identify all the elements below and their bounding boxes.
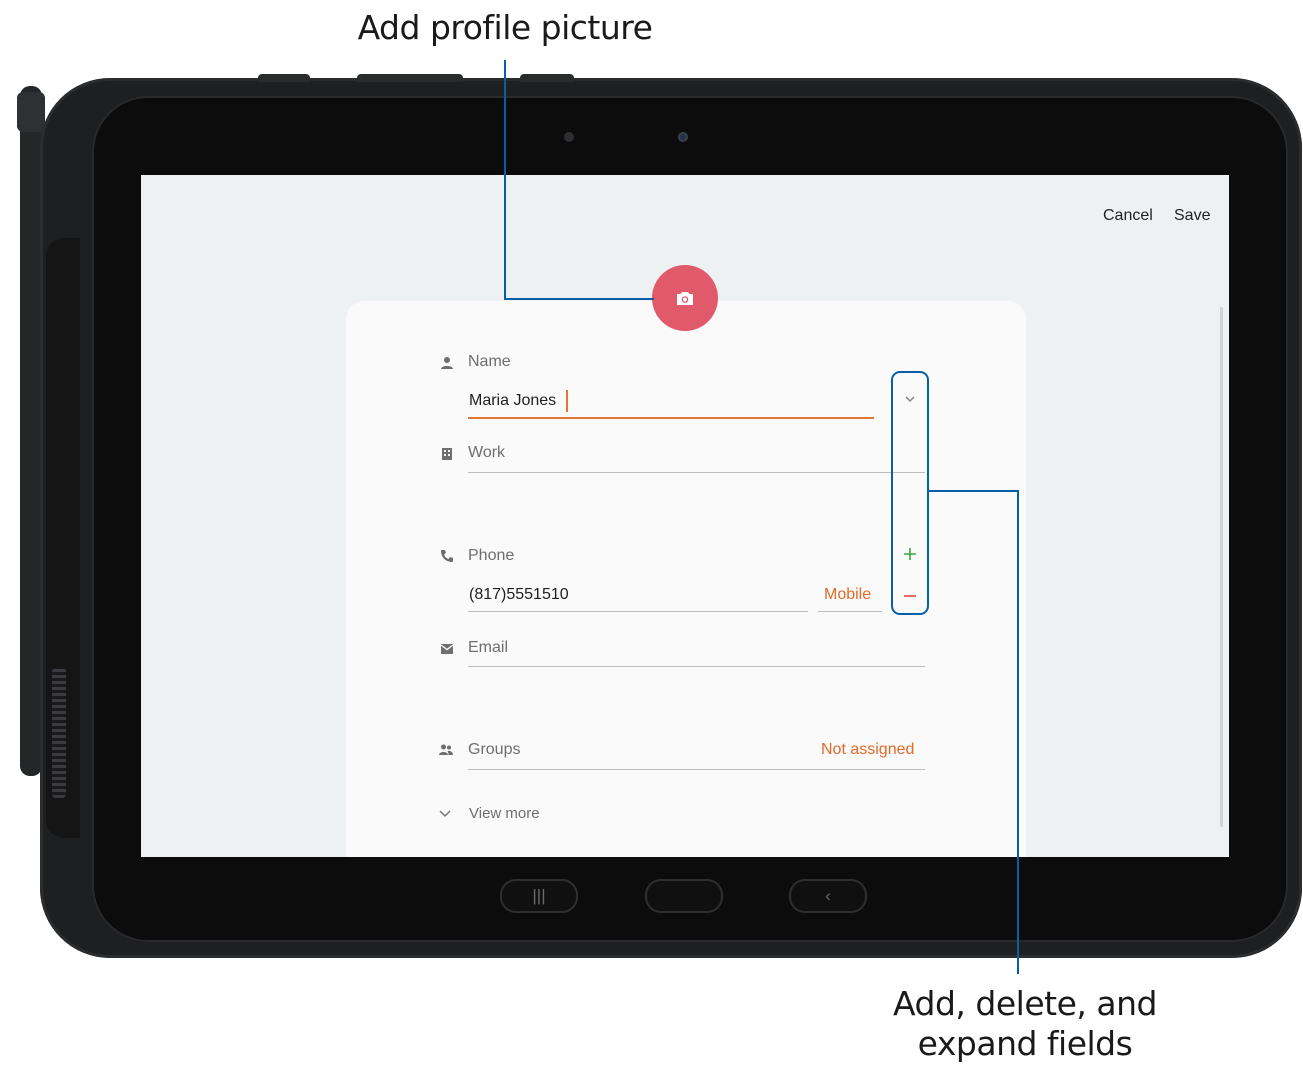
name-underline [468,417,874,419]
stylus-pen [20,86,42,776]
save-button[interactable]: Save [1174,207,1210,225]
back-button[interactable]: ‹ [789,879,867,913]
chevron-down-icon [439,810,451,818]
name-label: Name [468,353,511,370]
stylus-cap [17,92,45,132]
groups-label: Groups [468,741,521,758]
building-icon [442,448,452,460]
callout-line-1: Add, delete, and [893,984,1157,1023]
phone-input[interactable]: (817)5551510 [469,586,569,604]
group-icon [439,744,453,755]
leader-line-right-vertical [1017,490,1019,974]
scrollbar[interactable] [1220,307,1223,827]
volume-button [357,74,463,82]
groups-value[interactable]: Not assigned [821,741,914,759]
screen: Cancel Save Name Maria Jones Work Phone … [141,175,1229,857]
callout-add-profile-picture: Add profile picture [357,8,653,47]
email-underline [468,666,925,667]
recents-button[interactable]: ||| [500,879,578,913]
cancel-button[interactable]: Cancel [1103,207,1153,225]
callout-add-delete-expand: Add, delete, and expand fields [860,984,1190,1064]
person-icon [441,357,453,369]
sensor-dot [564,132,574,142]
callout-line-2: expand fields [917,1024,1133,1063]
phone-label: Phone [468,547,515,564]
side-grip [52,668,66,798]
phone-type-underline [818,611,882,612]
leader-line-top-vertical [504,60,506,300]
phone-icon [441,550,453,562]
work-field[interactable]: Work [468,444,505,462]
email-field[interactable]: Email [468,639,508,657]
envelope-icon [440,644,454,654]
add-profile-picture-button[interactable] [652,265,718,331]
phone-type-dropdown[interactable]: Mobile [824,586,871,604]
phone-underline [468,611,808,612]
leader-line-right-horizontal [929,490,1019,492]
speaker-grille [520,74,574,82]
power-button [258,74,310,82]
work-underline [468,472,925,473]
view-more-button[interactable]: View more [469,805,540,822]
name-input[interactable]: Maria Jones [469,392,556,410]
leader-line-top-horizontal [504,298,654,300]
groups-underline [468,769,925,770]
text-caret [566,390,568,412]
home-button[interactable] [645,879,723,913]
camera-icon [677,291,693,305]
field-controls-highlight [891,371,929,615]
front-camera [678,132,688,142]
